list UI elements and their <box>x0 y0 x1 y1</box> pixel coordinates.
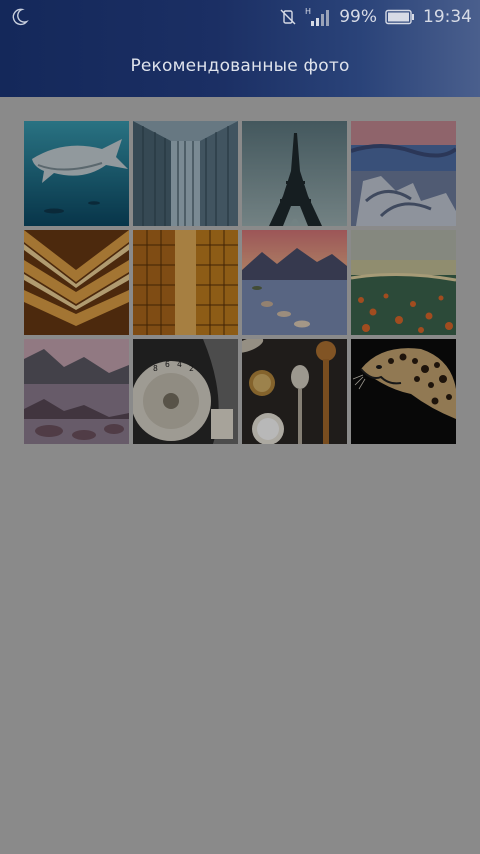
svg-text:2: 2 <box>189 364 194 373</box>
status-icons: H 99% 19:34 <box>279 5 472 29</box>
photo-tile-glass-building[interactable] <box>133 121 238 226</box>
clock: 19:34 <box>423 7 472 27</box>
svg-text:4: 4 <box>177 360 182 369</box>
photo-tile-leopard[interactable] <box>351 339 456 444</box>
photo-grid: 8642 <box>24 121 456 444</box>
page-title: Рекомендованные фото <box>130 56 350 76</box>
photo-tile-eiffel-tower[interactable] <box>242 121 347 226</box>
network-type-label: H <box>305 7 311 16</box>
photo-tile-flower-field[interactable] <box>351 230 456 335</box>
photo-tile-spices-spoons[interactable] <box>242 339 347 444</box>
photo-tile-mountain-lake[interactable] <box>24 339 129 444</box>
battery-icon <box>385 9 414 25</box>
app-header: H 99% 19:34 Рекомендованные фото <box>0 0 480 97</box>
svg-text:8: 8 <box>153 364 158 373</box>
moon-icon <box>12 8 29 26</box>
svg-text:6: 6 <box>165 360 170 369</box>
battery-percent: 99% <box>339 7 377 27</box>
vibrate-icon <box>280 9 296 25</box>
photo-tile-shark[interactable] <box>24 121 129 226</box>
photo-tile-mountain-lake-sunset[interactable] <box>242 230 347 335</box>
status-bar: H 99% 19:34 <box>0 0 480 34</box>
photo-tile-wooden-ceiling[interactable] <box>24 230 129 335</box>
photo-tile-driftwood-coast[interactable] <box>351 121 456 226</box>
photo-tile-reflected-towers[interactable] <box>133 230 238 335</box>
photo-tile-camera-dial[interactable]: 8642 <box>133 339 238 444</box>
signal-icon: H <box>305 7 330 26</box>
